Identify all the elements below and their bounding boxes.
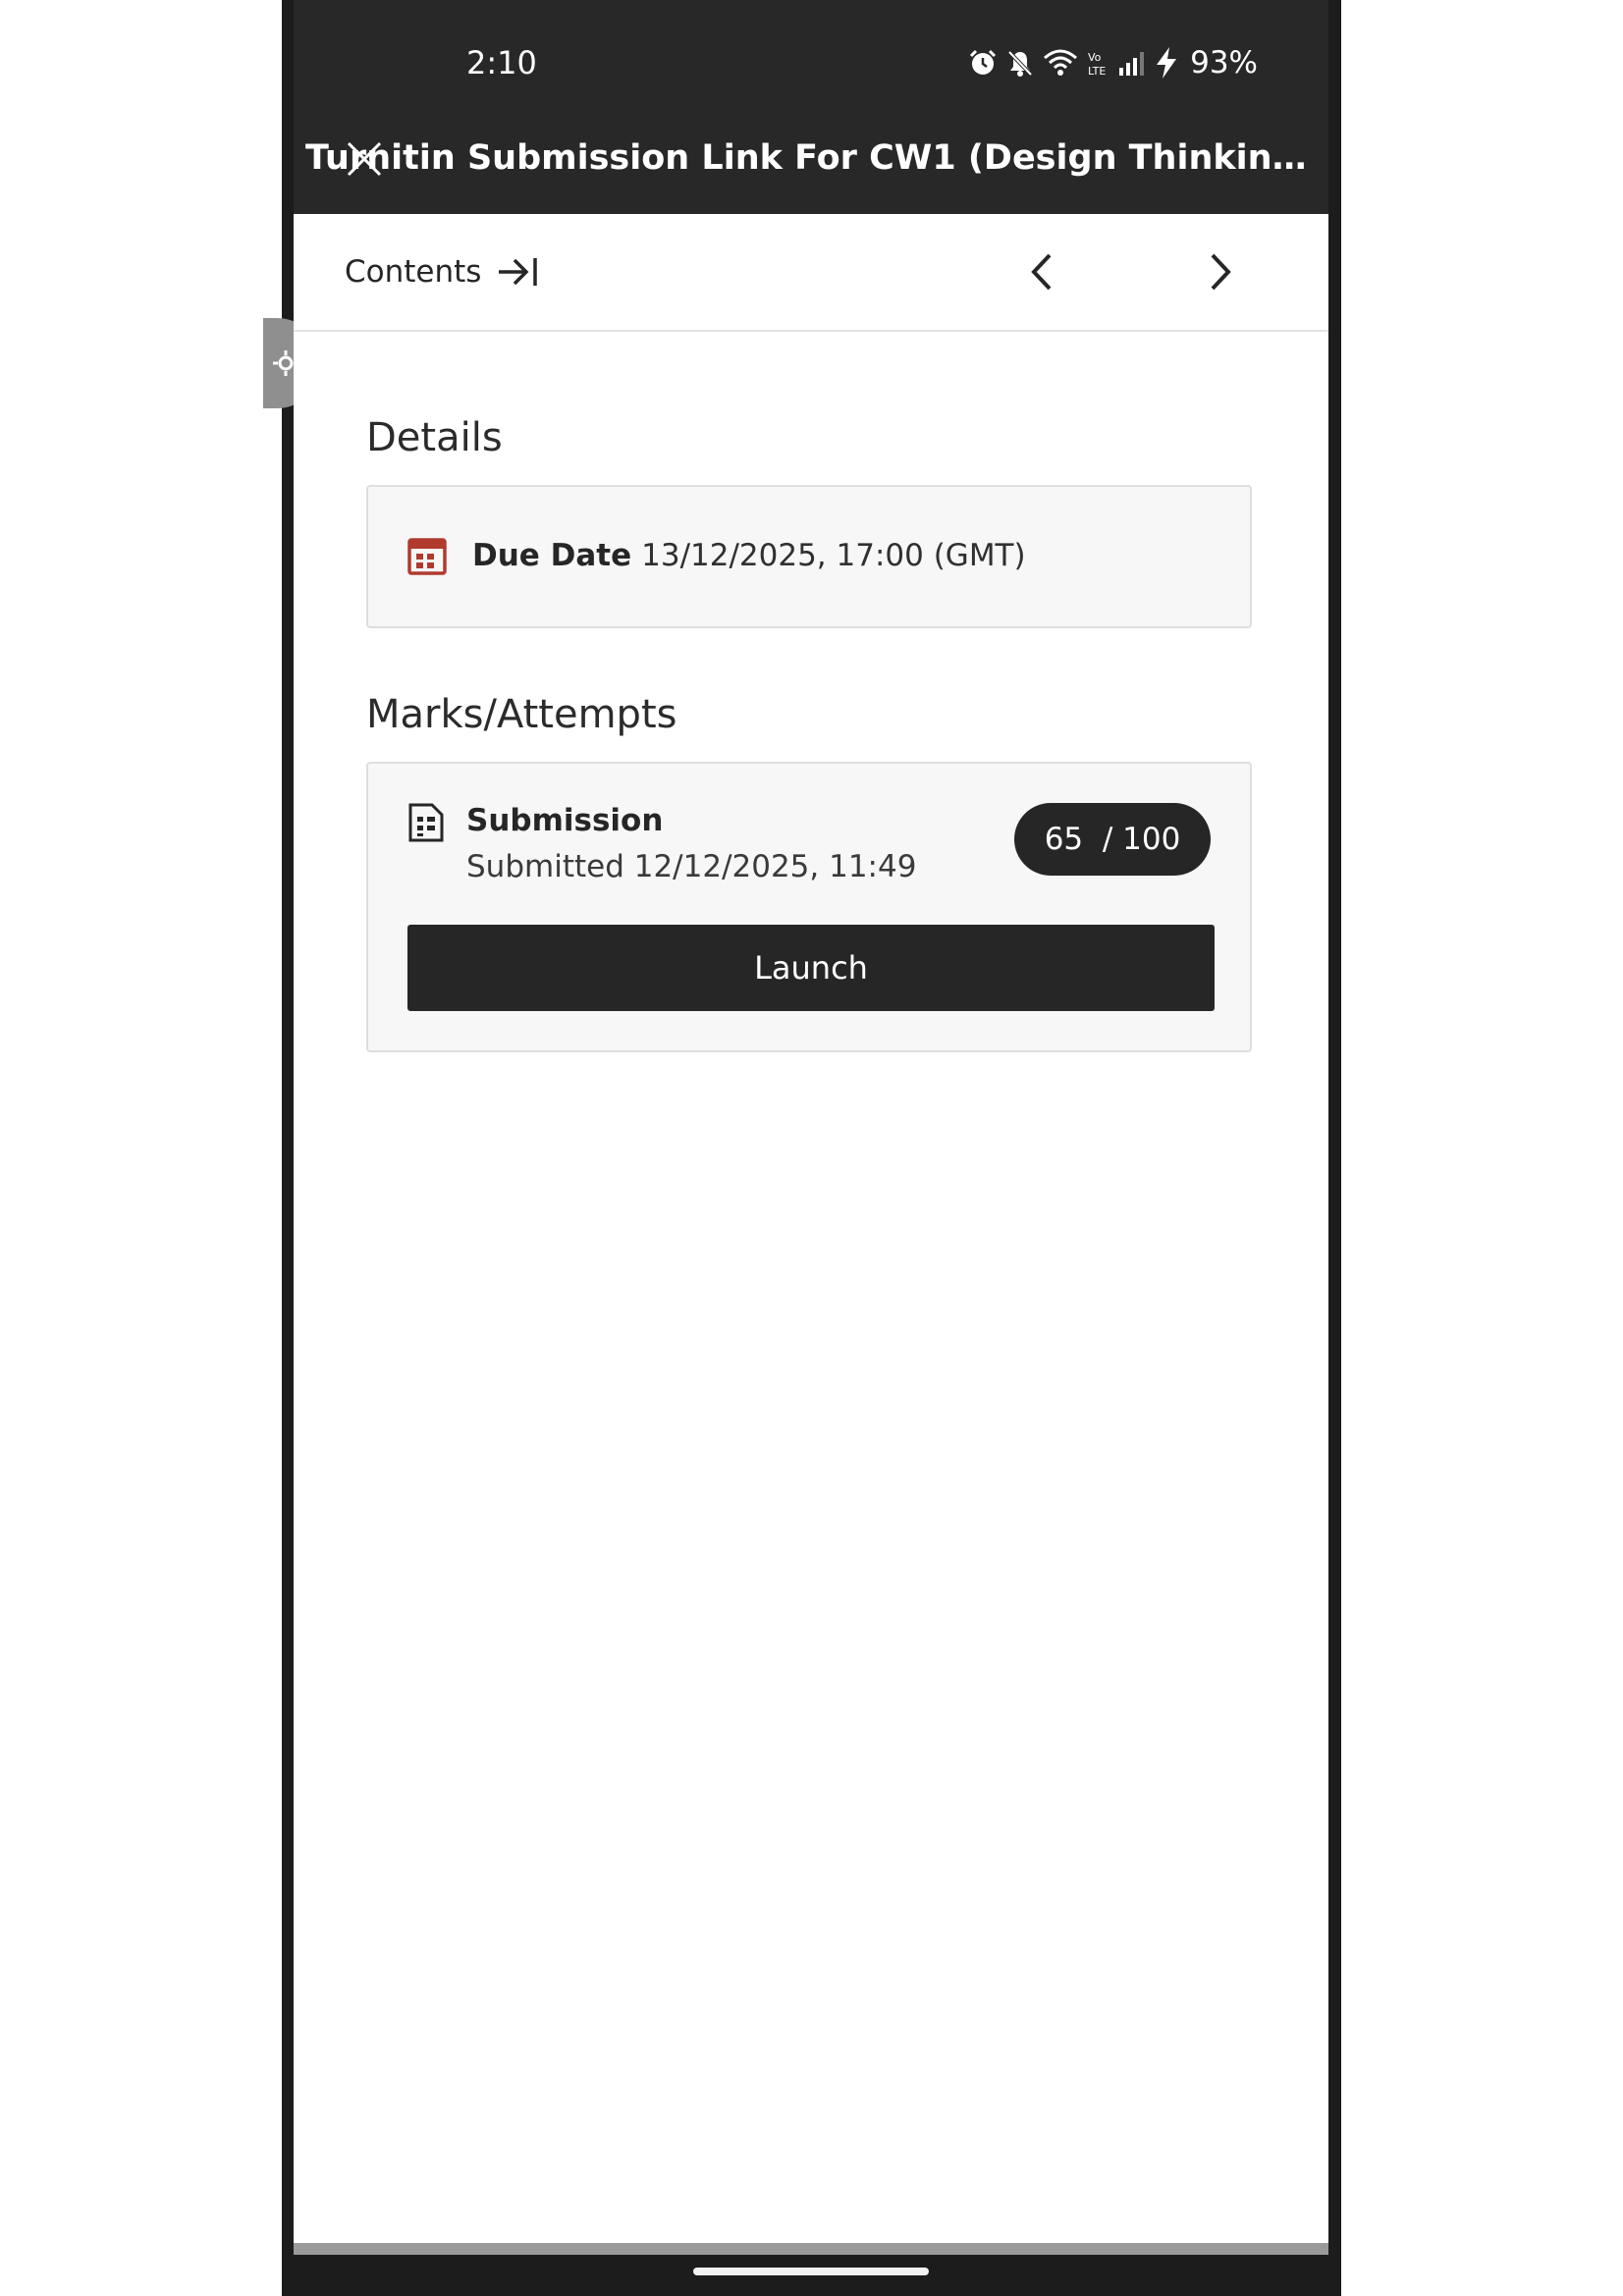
phone-frame: 2:10 Vo LTE 93% Turnitin Submission Link… — [263, 0, 1341, 2296]
svg-text:Vo: Vo — [1088, 51, 1102, 64]
details-card: Due Date 13/12/2025, 17:00 (GMT) — [366, 485, 1252, 628]
contents-button[interactable]: Contents — [345, 249, 540, 294]
battery-percent: 93% — [1190, 45, 1258, 80]
marks-attempts-heading: Marks/Attempts — [366, 692, 677, 737]
submission-title: Submission — [466, 803, 664, 838]
due-date-value: 13/12/2025, 17:00 (GMT) — [641, 538, 1026, 573]
close-icon[interactable] — [343, 137, 386, 181]
arrow-right-to-bar-icon — [499, 258, 538, 286]
launch-button[interactable]: Launch — [407, 925, 1215, 1011]
signal-icon — [1119, 52, 1145, 76]
next-item-button[interactable] — [1195, 247, 1244, 296]
content-screen: Contents Details Due Date 13/12/2025, 17… — [294, 214, 1328, 2243]
due-date-row: Due Date 13/12/2025, 17:00 (GMT) — [406, 534, 1026, 577]
details-heading: Details — [366, 415, 503, 460]
submission-date: Submitted 12/12/2025, 11:49 — [466, 849, 917, 884]
home-indicator[interactable] — [693, 2268, 929, 2275]
page-title: Turnitin Submission Link For CW1 (Design… — [305, 138, 1317, 178]
title-bar: Turnitin Submission Link For CW1 (Design… — [294, 106, 1328, 214]
bottom-strip — [294, 2243, 1328, 2255]
wifi-icon — [1044, 49, 1078, 76]
status-bar: 2:10 Vo LTE 93% — [294, 0, 1328, 106]
calendar-icon — [407, 538, 447, 575]
status-time: 2:10 — [466, 44, 537, 81]
due-date-label: Due Date — [472, 538, 632, 573]
status-icons: Vo LTE 93% — [968, 43, 1258, 82]
volte-icon: Vo LTE — [1088, 51, 1106, 78]
bell-off-icon — [1007, 50, 1033, 77]
submission-card: Submission Submitted 12/12/2025, 11:49 6… — [366, 762, 1252, 1052]
chevron-right-icon — [1211, 253, 1231, 291]
score-badge: 65 / 100 — [1014, 803, 1211, 876]
document-icon — [408, 803, 444, 842]
previous-item-button[interactable] — [1018, 247, 1067, 296]
charging-icon — [1157, 47, 1177, 79]
chevron-left-icon — [1031, 253, 1052, 291]
alarm-icon — [970, 49, 997, 75]
svg-text:LTE: LTE — [1088, 65, 1106, 78]
content-nav-bar: Contents — [294, 214, 1328, 332]
contents-label: Contents — [345, 254, 482, 290]
